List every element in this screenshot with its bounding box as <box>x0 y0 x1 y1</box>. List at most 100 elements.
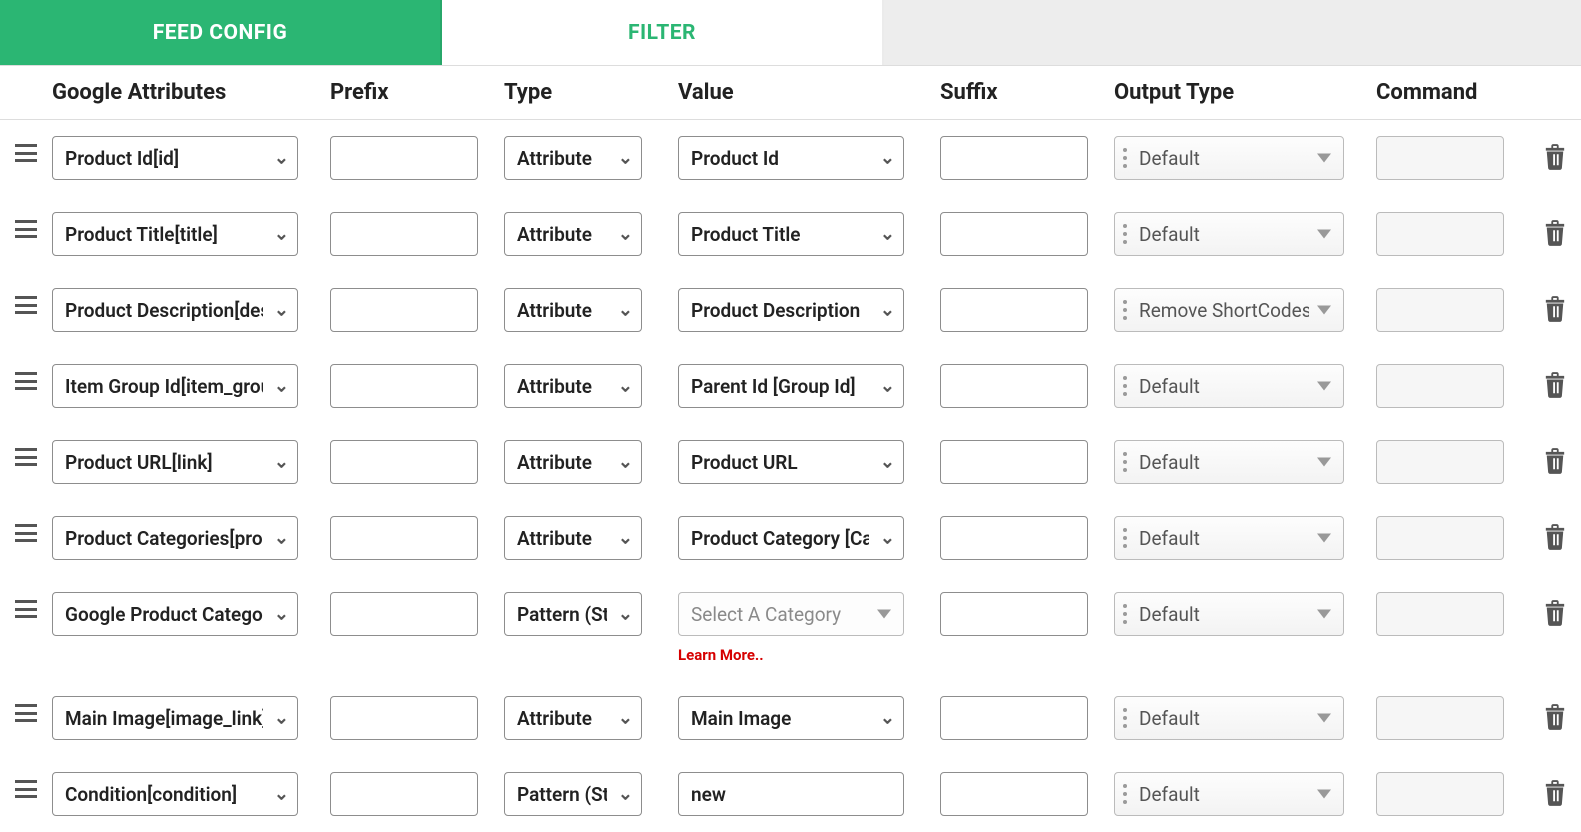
value-select[interactable]: Product Description⌄ <box>678 288 904 332</box>
delete-row-button[interactable] <box>1544 704 1566 734</box>
prefix-input[interactable] <box>330 440 478 484</box>
drag-handle-icon[interactable] <box>15 524 37 542</box>
chevron-down-icon: ⌄ <box>618 708 633 729</box>
prefix-input[interactable] <box>330 592 478 636</box>
drag-handle-icon[interactable] <box>15 780 37 798</box>
output-type-select[interactable]: Default <box>1114 136 1344 180</box>
google-attribute-select[interactable]: Item Group Id[item_group_id] ⌄ <box>52 364 298 408</box>
suffix-input[interactable] <box>940 288 1088 332</box>
output-type-select[interactable]: Default <box>1114 772 1344 816</box>
drag-handle-icon[interactable] <box>15 372 37 390</box>
prefix-input[interactable] <box>330 364 478 408</box>
command-input[interactable] <box>1376 440 1504 484</box>
type-select[interactable]: Attribute ⌄ <box>504 288 642 332</box>
type-select[interactable]: Attribute ⌄ <box>504 364 642 408</box>
prefix-input[interactable] <box>330 696 478 740</box>
type-select[interactable]: Pattern (Static) ⌄ <box>504 772 642 816</box>
suffix-input[interactable] <box>940 440 1088 484</box>
tab-feed-config[interactable]: FEED CONFIG <box>0 0 442 65</box>
google-attribute-select[interactable]: Condition[condition] ⌄ <box>52 772 298 816</box>
suffix-input[interactable] <box>940 364 1088 408</box>
output-type-select[interactable]: Default <box>1114 592 1344 636</box>
value-select[interactable]: Product URL⌄ <box>678 440 904 484</box>
chevron-down-icon: ⌄ <box>618 300 633 321</box>
delete-row-button[interactable] <box>1544 144 1566 174</box>
select-value: Google Product Category[google_product_c… <box>65 603 263 626</box>
drag-handle-icon[interactable] <box>15 600 37 618</box>
value-category-select[interactable]: Select A Category <box>678 592 904 636</box>
prefix-input[interactable] <box>330 212 478 256</box>
value-select[interactable]: Main Image⌄ <box>678 696 904 740</box>
delete-row-button[interactable] <box>1544 600 1566 630</box>
google-attribute-select[interactable]: Product Title[title] ⌄ <box>52 212 298 256</box>
value-select[interactable]: Product Title⌄ <box>678 212 904 256</box>
prefix-input[interactable] <box>330 136 478 180</box>
google-attribute-select[interactable]: Product Description[description] ⌄ <box>52 288 298 332</box>
rows-container: Product Id[id] ⌄ Attribute ⌄ Product Id⌄… <box>0 120 1581 832</box>
command-input[interactable] <box>1376 136 1504 180</box>
type-select[interactable]: Pattern (Static) ⌄ <box>504 592 642 636</box>
chevron-down-icon <box>1317 382 1331 391</box>
drag-handle-icon[interactable] <box>15 704 37 722</box>
header-command: Command <box>1376 80 1530 105</box>
suffix-input[interactable] <box>940 592 1088 636</box>
delete-row-button[interactable] <box>1544 448 1566 478</box>
chevron-down-icon <box>1317 154 1331 163</box>
output-type-select[interactable]: Default <box>1114 364 1344 408</box>
select-placeholder: Select A Category <box>691 603 869 626</box>
drag-handle-icon[interactable] <box>15 144 37 162</box>
trash-icon <box>1544 372 1566 398</box>
output-type-select[interactable]: Default <box>1114 516 1344 560</box>
output-type-select[interactable]: Default <box>1114 212 1344 256</box>
type-select[interactable]: Attribute ⌄ <box>504 440 642 484</box>
header-google-attributes: Google Attributes <box>52 80 330 105</box>
delete-row-button[interactable] <box>1544 372 1566 402</box>
suffix-input[interactable] <box>940 212 1088 256</box>
delete-row-button[interactable] <box>1544 780 1566 810</box>
delete-row-button[interactable] <box>1544 220 1566 250</box>
command-input[interactable] <box>1376 592 1504 636</box>
prefix-input[interactable] <box>330 516 478 560</box>
value-input[interactable]: new <box>678 772 904 816</box>
drag-handle-icon[interactable] <box>15 296 37 314</box>
chevron-down-icon <box>1317 230 1331 239</box>
prefix-input[interactable] <box>330 288 478 332</box>
google-attribute-select[interactable]: Google Product Category[google_product_c… <box>52 592 298 636</box>
delete-row-button[interactable] <box>1544 296 1566 326</box>
type-select[interactable]: Attribute ⌄ <box>504 212 642 256</box>
value-select[interactable]: Parent Id [Group Id]⌄ <box>678 364 904 408</box>
output-type-select[interactable]: Default <box>1114 696 1344 740</box>
command-input[interactable] <box>1376 516 1504 560</box>
type-select[interactable]: Attribute ⌄ <box>504 696 642 740</box>
chevron-down-icon <box>1317 458 1331 467</box>
table-row: Product Description[description] ⌄ Attri… <box>0 272 1581 348</box>
value-select[interactable]: Product Category [Category Path]⌄ <box>678 516 904 560</box>
suffix-input[interactable] <box>940 136 1088 180</box>
command-input[interactable] <box>1376 364 1504 408</box>
suffix-input[interactable] <box>940 516 1088 560</box>
command-input[interactable] <box>1376 772 1504 816</box>
value-select[interactable]: Product Id⌄ <box>678 136 904 180</box>
table-row: Condition[condition] ⌄ Pattern (Static) … <box>0 756 1581 832</box>
chevron-down-icon: ⌄ <box>618 784 633 805</box>
google-attribute-select[interactable]: Product Id[id] ⌄ <box>52 136 298 180</box>
google-attribute-select[interactable]: Product URL[link] ⌄ <box>52 440 298 484</box>
chevron-down-icon <box>877 610 891 619</box>
drag-handle-icon[interactable] <box>15 220 37 238</box>
command-input[interactable] <box>1376 212 1504 256</box>
type-select[interactable]: Attribute ⌄ <box>504 516 642 560</box>
tab-filter[interactable]: FILTER <box>442 0 884 65</box>
delete-row-button[interactable] <box>1544 524 1566 554</box>
drag-handle-icon[interactable] <box>15 448 37 466</box>
prefix-input[interactable] <box>330 772 478 816</box>
command-input[interactable] <box>1376 288 1504 332</box>
output-type-select[interactable]: Remove ShortCodes <box>1114 288 1344 332</box>
command-input[interactable] <box>1376 696 1504 740</box>
type-select[interactable]: Attribute ⌄ <box>504 136 642 180</box>
suffix-input[interactable] <box>940 772 1088 816</box>
google-attribute-select[interactable]: Product Categories[product_type] ⌄ <box>52 516 298 560</box>
learn-more-link[interactable]: Learn More.. <box>678 646 928 664</box>
suffix-input[interactable] <box>940 696 1088 740</box>
output-type-select[interactable]: Default <box>1114 440 1344 484</box>
google-attribute-select[interactable]: Main Image[image_link] ⌄ <box>52 696 298 740</box>
